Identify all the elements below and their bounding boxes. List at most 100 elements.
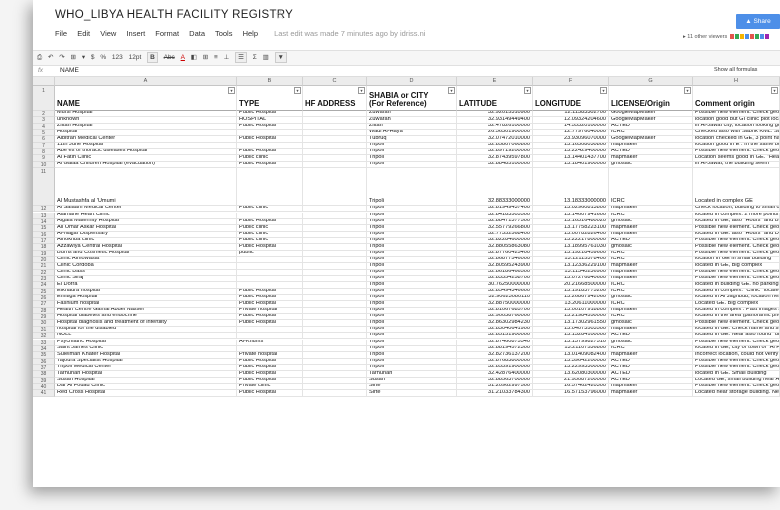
column-header[interactable]: F <box>533 77 609 86</box>
filter-dropdown-icon[interactable]: ▾ <box>448 87 455 94</box>
column-title-cell[interactable]: LATITUDE ▾ <box>457 86 533 111</box>
paint-format-icon[interactable]: ⊞ <box>71 51 76 65</box>
menu-edit[interactable]: Edit <box>77 29 90 38</box>
table-cell[interactable]: 13.18333000000 <box>533 168 609 207</box>
column-title-cell[interactable]: LICENSE/Origin ▾ <box>609 86 693 111</box>
cell-text: 13.19218459600 <box>564 250 606 255</box>
currency-format-button[interactable]: $ <box>91 51 95 65</box>
table-cell[interactable]: Public Hospital <box>237 390 303 397</box>
viewer-avatar[interactable] <box>729 34 734 40</box>
column-header[interactable]: C <box>303 77 367 86</box>
show-all-formulas-button[interactable]: Show all formulas <box>714 65 757 76</box>
cell-text: ICRC <box>611 301 625 306</box>
table-cell[interactable]: mapmaker <box>609 390 693 397</box>
table-cell[interactable]: Red Cross Hospital <box>55 390 237 397</box>
functions-button[interactable]: Σ <box>253 51 257 65</box>
bold-button[interactable]: B <box>147 52 158 63</box>
column-header[interactable]: E <box>457 77 533 86</box>
cell-text: Possible new element. Check geoloc <box>695 358 780 363</box>
cell-text: NULL <box>57 333 72 338</box>
menu-file[interactable]: File <box>55 29 67 38</box>
select-all-corner[interactable] <box>33 77 55 86</box>
viewer-avatar[interactable] <box>744 34 749 40</box>
table-cell[interactable]: 16.57153796000 <box>533 390 609 397</box>
table-cell[interactable]: 32.88333000000 <box>457 168 533 207</box>
cell-text: Health Centre Gamal Abdel Nasser <box>57 307 145 313</box>
valign-icon[interactable]: ⊥ <box>224 51 230 65</box>
cell-text: 12.77976040000 <box>564 130 606 135</box>
column-header[interactable]: D <box>367 77 457 86</box>
column-title-cell[interactable]: Comment origin ▾ <box>693 86 780 111</box>
menu-help[interactable]: Help <box>243 29 258 38</box>
menu-data[interactable]: Data <box>189 29 205 38</box>
last-edit-notice[interactable]: Last edit was made 7 minutes ago by idri… <box>274 29 425 38</box>
column-title-cell[interactable]: TYPE ▾ <box>237 86 303 111</box>
menu-tools[interactable]: Tools <box>215 29 233 38</box>
viewer-avatar[interactable] <box>739 34 744 40</box>
table-cell[interactable]: Al Mustashfa al 'Umumi <box>55 168 237 207</box>
undo-icon[interactable]: ↶ <box>48 51 53 65</box>
filter-dropdown-icon[interactable]: ▾ <box>358 87 365 94</box>
table-cell[interactable] <box>237 168 303 207</box>
viewer-avatar[interactable] <box>749 34 754 40</box>
viewer-avatar[interactable] <box>734 34 739 40</box>
cell-text: Located GE. Big complex <box>695 301 759 306</box>
column-header[interactable]: G <box>609 77 693 86</box>
percent-format-button[interactable]: % <box>100 51 106 65</box>
chevron-down-icon[interactable]: ▾ <box>82 51 85 65</box>
column-title-cell[interactable]: HF ADDRESS ▾ <box>303 86 367 111</box>
viewer-avatar[interactable] <box>764 34 769 40</box>
table-cell[interactable]: 31.21033784300 <box>457 390 533 397</box>
column-header[interactable]: H <box>693 77 780 86</box>
menu-insert[interactable]: Insert <box>126 29 145 38</box>
table-cell[interactable] <box>303 168 367 207</box>
formula-input[interactable]: NAME <box>60 65 79 76</box>
filter-dropdown-icon[interactable]: ▾ <box>684 87 691 94</box>
cell-text: Public Hospital <box>239 371 276 376</box>
redo-icon[interactable]: ↷ <box>59 51 64 65</box>
filter-dropdown-icon[interactable]: ▾ <box>228 87 235 94</box>
column-title-cell[interactable]: SHABIA or CITY (For Reference) ▾ <box>367 86 457 111</box>
viewers-indicator[interactable]: ▸ 11 other viewers <box>683 34 769 40</box>
table-cell[interactable]: Located in complex GE <box>693 168 780 207</box>
cell-text: gmosaic <box>611 295 632 300</box>
menu-format[interactable]: Format <box>155 29 179 38</box>
text-color-button[interactable]: A <box>181 51 185 65</box>
column-title-cell[interactable]: NAME ▾ <box>55 86 237 111</box>
filter-dropdown-icon[interactable]: ▾ <box>771 87 778 94</box>
viewer-avatar[interactable] <box>759 34 764 40</box>
cell-text: 13.11340236900 <box>564 269 606 274</box>
column-title-cell[interactable]: LONGITUDE ▾ <box>533 86 609 111</box>
number-format-dropdown[interactable]: 123 <box>112 51 123 65</box>
strikethrough-button[interactable]: Abc <box>164 51 175 65</box>
document-title[interactable]: WHO_LIBYA HEALTH FACILITY REGISTRY <box>55 9 293 21</box>
cell-text: Susah <box>369 377 385 382</box>
borders-icon[interactable]: ⊞ <box>203 51 208 65</box>
column-header[interactable]: A <box>55 77 237 86</box>
table-cell[interactable]: Located near storage building. Near a <box>693 390 780 397</box>
table-cell[interactable]: Tripoli <box>367 168 457 207</box>
share-button[interactable]: ▲ Share <box>736 14 780 29</box>
print-icon[interactable]: ⎙ <box>37 51 42 65</box>
fill-color-icon[interactable]: ◧ <box>191 51 197 65</box>
filter-dropdown-icon[interactable]: ▾ <box>294 87 301 94</box>
table-cell[interactable]: Sirte <box>367 390 457 397</box>
table-cell[interactable] <box>303 390 367 397</box>
align-icon[interactable]: ≡ <box>214 51 218 65</box>
cell-text: 13.04073503500 <box>564 326 606 332</box>
menu-view[interactable]: View <box>100 29 116 38</box>
cell-text: 13.14607941600 <box>564 212 606 217</box>
viewer-avatar[interactable] <box>754 34 759 40</box>
table-cell[interactable]: ICRC <box>609 168 693 207</box>
cell-text: ACTED <box>611 371 630 376</box>
font-size-dropdown[interactable]: 12pt <box>129 51 142 65</box>
filter-dropdown-icon[interactable]: ▾ <box>600 87 607 94</box>
cell-text: mapmaker <box>611 383 638 389</box>
filter-icon[interactable]: ▼ <box>274 52 287 63</box>
cell-text: Emitiga Hospital <box>57 295 98 300</box>
insert-chart-icon[interactable]: ▥ <box>263 51 269 65</box>
star-icon[interactable]: ☆ <box>275 8 286 22</box>
wrap-text-icon[interactable]: ☰ <box>235 52 247 63</box>
column-header[interactable]: B <box>237 77 303 86</box>
filter-dropdown-icon[interactable]: ▾ <box>524 87 531 94</box>
